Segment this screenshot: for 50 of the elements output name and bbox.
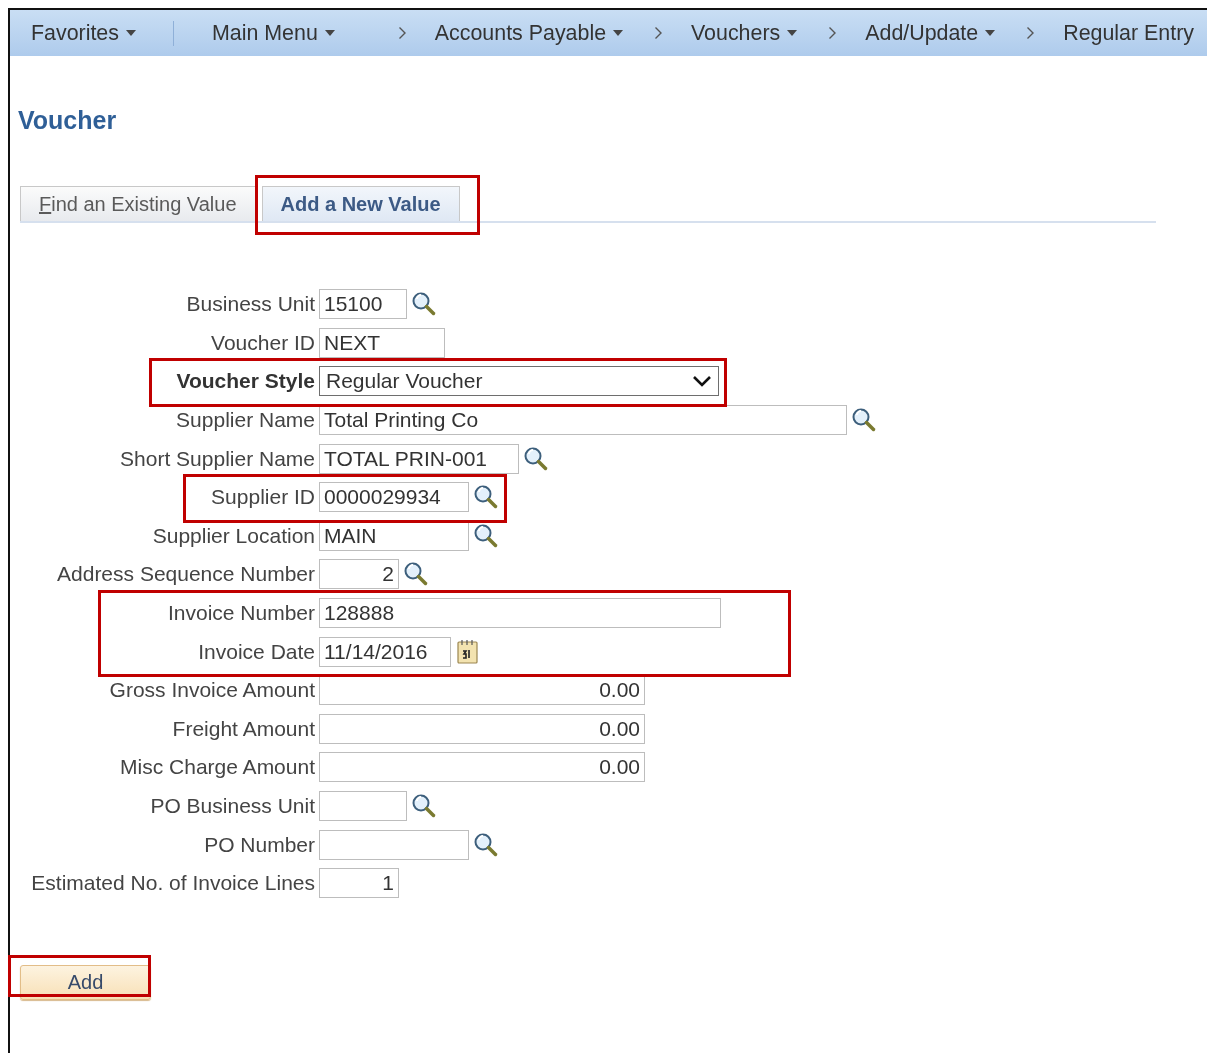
input-field[interactable]: 0.00 — [319, 752, 645, 783]
field-label: Misc Charge Amount — [120, 755, 315, 779]
search-icon[interactable] — [523, 445, 549, 472]
chevron-down-icon — [692, 375, 712, 388]
input-field[interactable]: 1 — [319, 868, 399, 899]
calendar-icon[interactable] — [456, 638, 480, 665]
field-label: Supplier Name — [176, 408, 315, 432]
field-label: Voucher ID — [211, 330, 315, 354]
field-label: Supplier Location — [152, 523, 315, 547]
input-field[interactable]: 128888 — [319, 598, 721, 629]
field-label: Invoice Date — [198, 639, 315, 663]
search-icon[interactable] — [851, 407, 877, 434]
date-field[interactable]: 11/14/2016 — [319, 636, 451, 667]
search-icon[interactable] — [473, 831, 499, 858]
search-icon[interactable] — [411, 291, 437, 318]
field-label: PO Number — [204, 832, 315, 856]
nav-menu-link[interactable]: Favorites — [31, 20, 137, 46]
input-field[interactable]: NEXT — [319, 327, 445, 358]
nav-menu-link[interactable]: Accounts Payable — [434, 20, 625, 46]
nav-menu-link[interactable]: Add/Update — [865, 20, 997, 46]
nav-menu-link[interactable]: Regular Entry — [1063, 20, 1194, 46]
input-field[interactable] — [319, 829, 469, 860]
field-label: Freight Amount — [172, 716, 315, 740]
nav-menu-link[interactable]: Vouchers — [691, 20, 799, 46]
field-label: Address Sequence Number — [57, 562, 315, 586]
input-field[interactable]: TOTAL PRIN-001 — [319, 443, 519, 474]
field-label: Business Unit — [186, 292, 315, 316]
field-label: Gross Invoice Amount — [109, 678, 315, 702]
tab[interactable]: Add a New Value — [261, 186, 460, 221]
search-icon[interactable] — [473, 484, 499, 511]
field-label: Estimated No. of Invoice Lines — [31, 871, 315, 895]
input-field[interactable]: 0.00 — [319, 675, 645, 706]
search-icon[interactable] — [403, 561, 429, 588]
field-label: Short Supplier Name — [120, 446, 315, 470]
nav-menu-link[interactable]: Main Menu — [211, 20, 336, 46]
field-label: Voucher Style — [176, 369, 315, 393]
input-field[interactable]: Total Printing Co — [319, 405, 847, 436]
input-field[interactable] — [319, 791, 407, 821]
input-field[interactable]: 2 — [319, 559, 399, 590]
input-field[interactable]: 15100 — [319, 289, 407, 320]
input-field[interactable]: 0000029934 — [319, 482, 469, 513]
field-label: Invoice Number — [167, 601, 315, 625]
input-field[interactable]: 0.00 — [319, 713, 645, 744]
tab[interactable]: Find an Existing Value — [20, 186, 256, 221]
search-icon[interactable] — [473, 522, 499, 549]
field-label: Supplier ID — [211, 485, 315, 509]
search-icon[interactable] — [411, 793, 437, 819]
dropdown-field[interactable]: Regular Voucher — [319, 366, 719, 397]
field-label: PO Business Unit — [150, 794, 315, 817]
page-title: Voucher — [18, 105, 118, 135]
